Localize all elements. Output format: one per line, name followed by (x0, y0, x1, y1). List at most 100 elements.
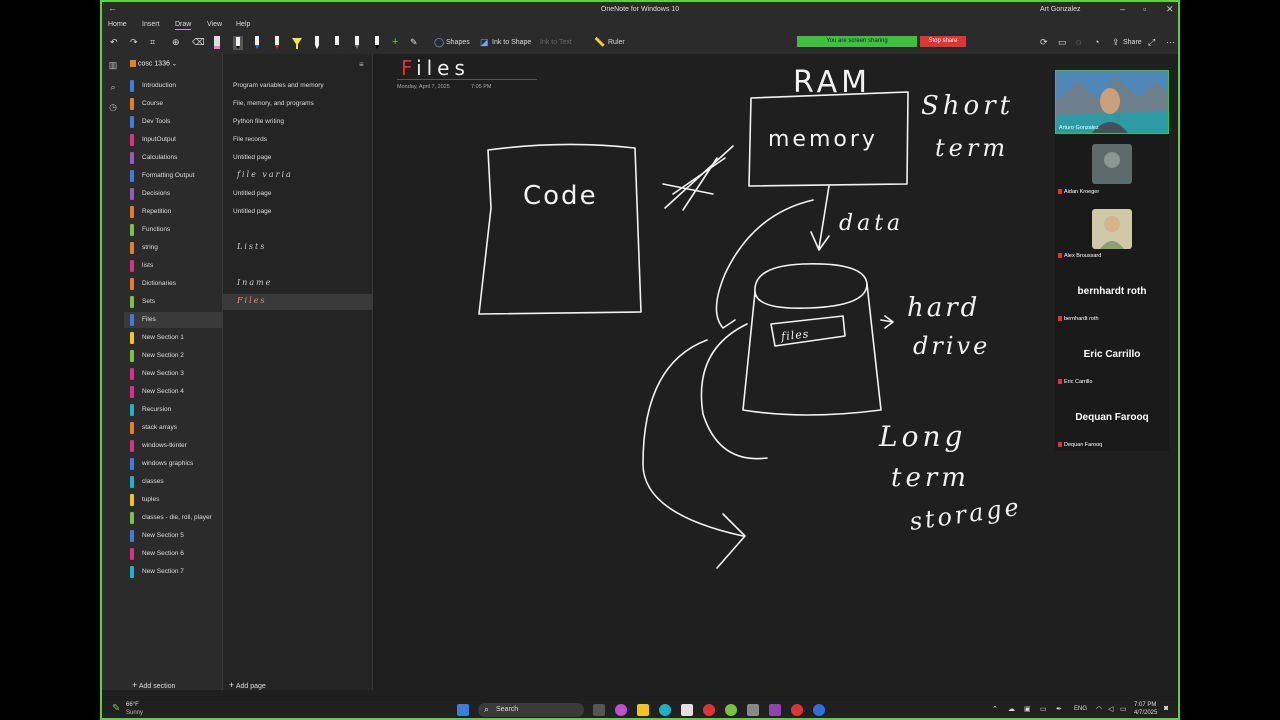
add-space-icon[interactable]: ⊕ (172, 37, 180, 48)
clock-date[interactable]: 4/7/2025 (1134, 710, 1157, 716)
undo-icon[interactable]: ↶ (110, 37, 118, 48)
language-indicator[interactable]: ENG (1074, 706, 1087, 712)
volume-icon[interactable]: ◁ (1108, 705, 1113, 713)
recent-icon[interactable]: ◷ (107, 102, 119, 114)
pen-dark-icon[interactable] (332, 36, 342, 50)
section-item[interactable]: Introduction (130, 78, 220, 94)
zoom-tray-icon[interactable]: ▣ (1024, 705, 1031, 713)
participant-tile-active-speaker[interactable]: Arturo Gonzalez (1055, 70, 1169, 134)
expand-icon[interactable]: ⤢ (1148, 37, 1155, 48)
section-item[interactable]: New Section 4 (130, 384, 220, 400)
notebooks-icon[interactable]: ▥ (107, 60, 119, 72)
task-view-icon[interactable] (593, 704, 605, 716)
page-item[interactable]: file varia (223, 168, 372, 184)
pen-gray-icon[interactable] (352, 36, 362, 50)
onenote-icon[interactable] (769, 704, 781, 716)
section-item[interactable]: Repetition (130, 204, 220, 220)
edge-icon[interactable] (659, 704, 671, 716)
ink-to-text-button[interactable]: Ink to Text (540, 39, 572, 46)
section-item[interactable]: Course (130, 96, 220, 112)
weather-icon[interactable]: ✎ (112, 703, 120, 714)
participant-tile[interactable]: Alex Broussard (1055, 197, 1169, 260)
tray-chevron-icon[interactable]: ⌃ (992, 705, 998, 713)
page-item[interactable]: File, memory, and programs (223, 96, 372, 112)
lasso-select-icon[interactable]: ⌗ (150, 37, 155, 48)
shapes-button[interactable]: Shapes (446, 39, 470, 46)
store-icon[interactable] (681, 704, 693, 716)
ink-to-shape-icon[interactable]: ◪ (480, 37, 489, 48)
page-item[interactable]: Iname (223, 276, 372, 292)
page-item[interactable]: Untitled page (223, 150, 372, 166)
add-section-button[interactable]: + Add section (132, 680, 175, 690)
minimize-icon[interactable]: – (1120, 4, 1125, 14)
stop-share-button[interactable]: Stop share (920, 36, 966, 47)
sync-icon[interactable]: ⟳ (1040, 37, 1048, 48)
section-item[interactable]: lists (130, 258, 220, 274)
participant-tile[interactable]: bernhardt roth bernhardt roth (1055, 260, 1169, 323)
section-item[interactable]: New Section 1 (130, 330, 220, 346)
bell-icon[interactable]: ◔ (1094, 37, 1099, 47)
notifications-icon[interactable]: ◙ (1164, 705, 1168, 712)
screen-sharing-indicator[interactable]: You are screen sharing (797, 36, 917, 47)
add-page-button[interactable]: + Add page (229, 680, 266, 690)
section-item[interactable]: Sets (130, 294, 220, 310)
section-item[interactable]: stack arrays (130, 420, 220, 436)
section-item[interactable]: Calculations (130, 150, 220, 166)
sort-pages-icon[interactable]: ≡ (359, 60, 364, 69)
notebook-icon[interactable]: ▭ (1058, 37, 1067, 48)
maximize-icon[interactable]: ▫ (1143, 4, 1146, 14)
pen-black2-icon[interactable] (372, 36, 382, 50)
start-icon[interactable] (457, 704, 469, 716)
chrome-profile-2-icon[interactable] (791, 704, 803, 716)
tab-insert[interactable]: Insert (142, 21, 160, 28)
section-item[interactable]: Recursion (130, 402, 220, 418)
pen-blue-icon[interactable] (252, 36, 262, 50)
lightbulb-icon[interactable]: ◌ (1076, 37, 1081, 47)
share-icon[interactable]: ⇪ (1112, 37, 1120, 48)
weather-temp[interactable]: 66°F (126, 702, 139, 708)
page-item[interactable] (223, 258, 372, 274)
section-item[interactable]: string (130, 240, 220, 256)
redo-icon[interactable]: ↷ (130, 37, 138, 48)
ruler-button[interactable]: Ruler (608, 39, 625, 46)
tab-draw[interactable]: Draw (175, 21, 192, 30)
ink-replay-icon[interactable]: ✎ (410, 37, 418, 48)
section-item[interactable]: Decisions (130, 186, 220, 202)
participant-tile[interactable]: Aidan Kroeger (1055, 134, 1169, 197)
participant-tile[interactable]: Dequan Farooq Dequan Farooq (1055, 386, 1169, 449)
page-item[interactable]: Files (223, 294, 372, 310)
section-item[interactable]: Functions (130, 222, 220, 238)
section-item[interactable]: classes - die, roll, player (130, 510, 220, 526)
taskbar-search[interactable]: ⌕ Search (478, 703, 584, 717)
section-item[interactable]: windows-tkinter (130, 438, 220, 454)
pen-tray-icon[interactable]: ✒ (1056, 705, 1062, 713)
pen-white-icon[interactable] (312, 36, 322, 50)
notebook-selector[interactable]: cosc 1336 ⌄ (130, 60, 177, 67)
section-item[interactable]: New Section 2 (130, 348, 220, 364)
section-item[interactable]: New Section 5 (130, 528, 220, 544)
battery-icon[interactable]: ▭ (1120, 705, 1127, 713)
section-item[interactable]: New Section 7 (130, 564, 220, 580)
highlighter-yellow-icon[interactable] (292, 36, 302, 50)
shapes-icon[interactable]: ◯ (434, 37, 444, 48)
tab-home[interactable]: Home (108, 21, 127, 28)
pen-pink-icon[interactable] (212, 36, 222, 50)
section-item[interactable]: Formatting Output (130, 168, 220, 184)
page-item[interactable]: Program variables and memory (223, 78, 372, 94)
ink-to-shape-button[interactable]: Ink to Shape (492, 39, 531, 46)
section-item[interactable]: Files (124, 312, 222, 328)
section-item[interactable]: Dev Tools (130, 114, 220, 130)
page-item[interactable]: Lists (223, 240, 372, 256)
page-item[interactable]: Python file writing (223, 114, 372, 130)
ruler-icon[interactable]: 📏 (594, 37, 605, 48)
section-item[interactable]: windows graphics (130, 456, 220, 472)
page-item[interactable]: File records (223, 132, 372, 148)
chrome-profile-icon[interactable] (725, 704, 737, 716)
section-item[interactable]: New Section 3 (130, 366, 220, 382)
chrome-icon[interactable] (703, 704, 715, 716)
pen-red-icon[interactable] (272, 36, 282, 50)
onedrive-icon[interactable]: ☁ (1008, 705, 1015, 713)
copilot-icon[interactable] (615, 704, 627, 716)
section-item[interactable]: New Section 6 (130, 546, 220, 562)
zoom-icon[interactable] (813, 704, 825, 716)
